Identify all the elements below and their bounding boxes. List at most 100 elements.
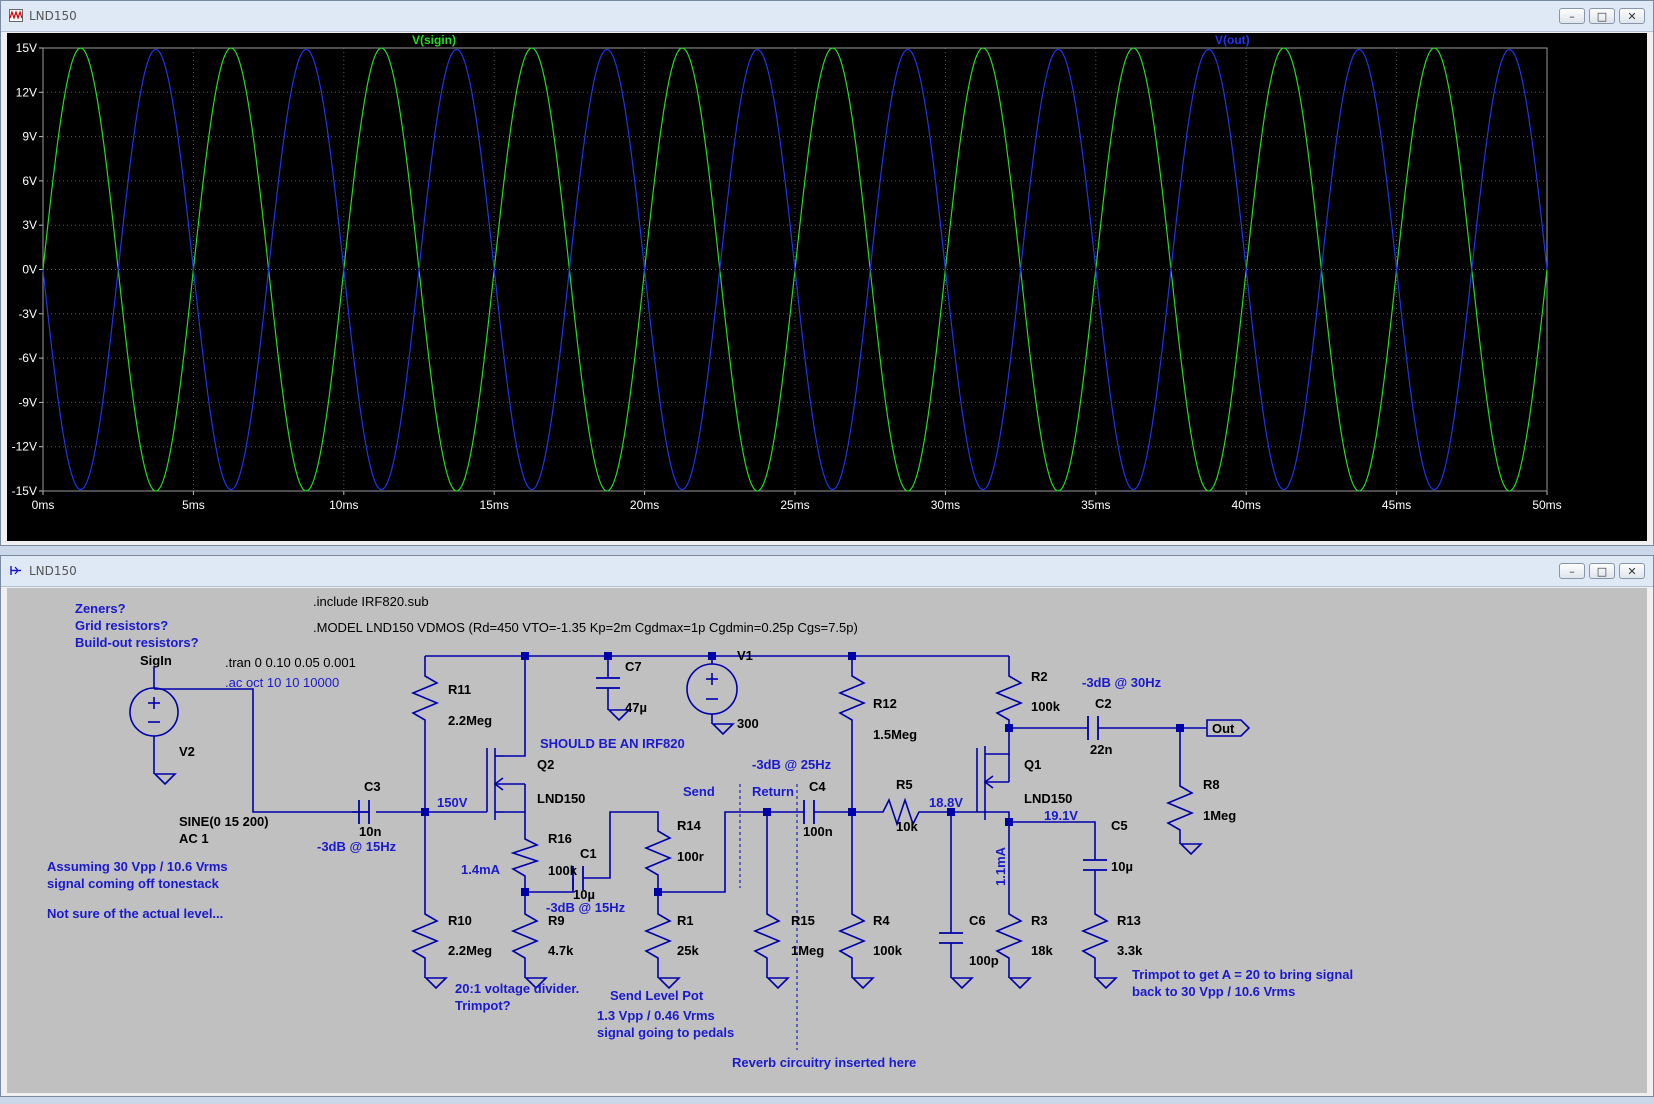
value-c2[interactable]: 22n — [1090, 742, 1112, 757]
value-r1[interactable]: 25k — [677, 943, 699, 958]
waveform-window-titlebar[interactable]: LND150 – □ ✕ — [1, 1, 1653, 32]
value-r15[interactable]: 1Meg — [791, 943, 824, 958]
value-r13[interactable]: 3.3k — [1117, 943, 1143, 958]
net-send[interactable]: Send — [683, 784, 715, 799]
note-send-level-3[interactable]: signal going to pedals — [597, 1025, 734, 1040]
value-r8[interactable]: 1Meg — [1203, 808, 1236, 823]
note-should-be-irf820[interactable]: SHOULD BE AN IRF820 — [540, 736, 685, 751]
net-return[interactable]: Return — [752, 784, 794, 799]
value-c6[interactable]: 100p — [969, 953, 999, 968]
label-r16[interactable]: R16 — [548, 831, 572, 846]
note-divider-2[interactable]: Trimpot? — [455, 998, 511, 1013]
label-q1[interactable]: Q1 — [1024, 757, 1041, 772]
label-r11[interactable]: R11 — [448, 682, 471, 697]
note-divider-1[interactable]: 20:1 voltage divider. — [455, 981, 579, 996]
op-150v[interactable]: 150V — [437, 795, 468, 810]
label-r9[interactable]: R9 — [548, 913, 565, 928]
legend-v-out[interactable]: V(out) — [1215, 33, 1250, 47]
directive-ac[interactable]: .ac oct 10 10 10000 — [225, 675, 339, 690]
value-c1[interactable]: 10µ — [573, 887, 595, 902]
value-r3[interactable]: 18k — [1031, 943, 1053, 958]
directive-model[interactable]: .MODEL LND150 VDMOS (Rd=450 VTO=-1.35 Kp… — [313, 620, 858, 635]
value-c5[interactable]: 10µ — [1111, 859, 1133, 874]
close-button[interactable]: ✕ — [1619, 8, 1645, 24]
note-assuming-2[interactable]: signal coming off tonestack — [47, 876, 220, 891]
note-assuming-1[interactable]: Assuming 30 Vpp / 10.6 Vrms — [47, 859, 228, 874]
note-db-c3[interactable]: -3dB @ 15Hz — [317, 839, 397, 854]
label-c5[interactable]: C5 — [1111, 818, 1128, 833]
legend-v-sigin[interactable]: V(sigin) — [412, 33, 456, 47]
note-db-c4[interactable]: -3dB @ 25Hz — [752, 757, 832, 772]
directive-include[interactable]: .include IRF820.sub — [313, 594, 429, 609]
value-r9[interactable]: 4.7k — [548, 943, 574, 958]
label-v1[interactable]: V1 — [737, 648, 753, 663]
label-r5[interactable]: R5 — [896, 777, 913, 792]
close-button[interactable]: ✕ — [1619, 563, 1645, 579]
value-c3[interactable]: 10n — [359, 824, 381, 839]
note-db-c2[interactable]: -3dB @ 30Hz — [1082, 675, 1162, 690]
minimize-button[interactable]: – — [1559, 563, 1585, 579]
value-v1[interactable]: 300 — [737, 716, 759, 731]
label-c2[interactable]: C2 — [1095, 696, 1112, 711]
note-grid-resistors[interactable]: Grid resistors? — [75, 618, 168, 633]
schematic-window[interactable]: LND150 – □ ✕ .include IRF820.sub .MODEL … — [0, 555, 1654, 1097]
x-tick-label: 50ms — [1532, 498, 1561, 512]
maximize-button[interactable]: □ — [1589, 563, 1615, 579]
label-c1[interactable]: C1 — [580, 846, 597, 861]
value-c7[interactable]: 47µ — [625, 700, 647, 715]
label-r14[interactable]: R14 — [677, 818, 702, 833]
label-c6[interactable]: C6 — [969, 913, 986, 928]
value-r14[interactable]: 100r — [677, 849, 704, 864]
value-v2-ac[interactable]: AC 1 — [179, 831, 209, 846]
schematic-window-titlebar[interactable]: LND150 – □ ✕ — [1, 556, 1653, 587]
waveform-window[interactable]: LND150 – □ ✕ 15V 12V 9V 6V 3V 0V -3V -6V -9V -12V… — [0, 0, 1654, 546]
value-v2[interactable]: SINE(0 15 200) — [179, 814, 269, 829]
value-q2[interactable]: LND150 — [537, 791, 585, 806]
minimize-button[interactable]: – — [1559, 8, 1585, 24]
label-r13[interactable]: R13 — [1117, 913, 1141, 928]
value-r12[interactable]: 1.5Meg — [873, 727, 917, 742]
op-18-8v[interactable]: 18.8V — [929, 795, 963, 810]
directive-tran[interactable]: .tran 0 0.10 0.05 0.001 — [225, 655, 356, 670]
x-tick-label: 0ms — [32, 498, 55, 512]
waveform-app-icon — [9, 9, 23, 22]
op-1-1ma[interactable]: 1.1mA — [993, 846, 1008, 886]
value-r16[interactable]: 100k — [548, 863, 578, 878]
waveform-plot[interactable]: 15V 12V 9V 6V 3V 0V -3V -6V -9V -12V -15V 0ms 5ms 10… — [7, 33, 1647, 541]
label-q2[interactable]: Q2 — [537, 757, 554, 772]
note-not-sure[interactable]: Not sure of the actual level... — [47, 906, 223, 921]
op-19-1v[interactable]: 19.1V — [1044, 808, 1078, 823]
note-trimpot-1[interactable]: Trimpot to get A = 20 to bring signal — [1132, 967, 1353, 982]
label-r3[interactable]: R3 — [1031, 913, 1048, 928]
note-zeners[interactable]: Zeners? — [75, 601, 126, 616]
note-send-level-1[interactable]: Send Level Pot — [610, 988, 704, 1003]
net-out[interactable]: Out — [1212, 721, 1235, 736]
label-r12[interactable]: R12 — [873, 696, 897, 711]
note-reverb[interactable]: Reverb circuitry inserted here — [732, 1055, 916, 1070]
value-r4[interactable]: 100k — [873, 943, 903, 958]
label-r15[interactable]: R15 — [791, 913, 815, 928]
label-c7[interactable]: C7 — [625, 659, 642, 674]
net-sigin[interactable]: SigIn — [140, 653, 172, 668]
note-trimpot-2[interactable]: back to 30 Vpp / 10.6 Vrms — [1132, 984, 1295, 999]
label-r1[interactable]: R1 — [677, 913, 694, 928]
value-q1[interactable]: LND150 — [1024, 791, 1072, 806]
value-r5[interactable]: 10k — [896, 819, 918, 834]
label-v2[interactable]: V2 — [179, 744, 195, 759]
value-c4[interactable]: 100n — [803, 824, 833, 839]
label-r2[interactable]: R2 — [1031, 669, 1048, 684]
label-r10[interactable]: R10 — [448, 913, 472, 928]
value-r11[interactable]: 2.2Meg — [448, 713, 492, 728]
op-1-4ma[interactable]: 1.4mA — [461, 862, 501, 877]
note-buildout-resistors[interactable]: Build-out resistors? — [75, 635, 199, 650]
label-c3[interactable]: C3 — [364, 779, 381, 794]
value-r10[interactable]: 2.2Meg — [448, 943, 492, 958]
schematic-canvas[interactable]: .include IRF820.sub .MODEL LND150 VDMOS … — [7, 588, 1647, 1093]
label-r4[interactable]: R4 — [873, 913, 890, 928]
y-tick-label: 15V — [16, 41, 37, 55]
note-send-level-2[interactable]: 1.3 Vpp / 0.46 Vrms — [597, 1008, 715, 1023]
maximize-button[interactable]: □ — [1589, 8, 1615, 24]
label-r8[interactable]: R8 — [1203, 777, 1220, 792]
label-c4[interactable]: C4 — [809, 779, 826, 794]
value-r2[interactable]: 100k — [1031, 699, 1061, 714]
